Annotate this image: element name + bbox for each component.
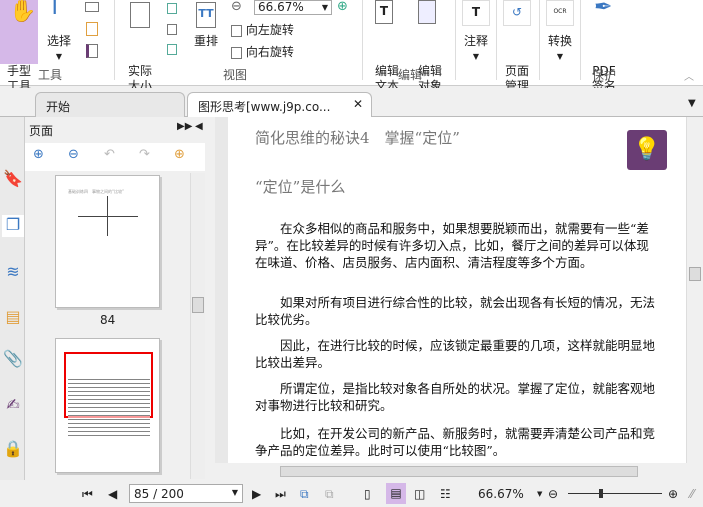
group-view: 视图 bbox=[222, 68, 247, 82]
pages-icon[interactable]: ❐ bbox=[2, 215, 24, 237]
zoom-in-button[interactable]: ⊕ bbox=[668, 487, 678, 501]
zoom-in-icon[interactable]: ⊕ bbox=[337, 0, 348, 14]
chevron-down-icon: ▼ bbox=[231, 488, 238, 497]
lock-icon[interactable]: 🔒 bbox=[2, 439, 24, 461]
document-page: 简化思维的秘诀4 掌握“定位” 💡 “定位”是什么 在众多相似的商品和服务中，如… bbox=[228, 117, 686, 463]
group-edit: 编辑 bbox=[397, 68, 422, 82]
group-tools: 工具 bbox=[37, 68, 62, 82]
insert-page-icon[interactable]: ⊕ bbox=[174, 147, 185, 162]
rotate-page-left-icon[interactable]: ↶ bbox=[104, 147, 115, 162]
zoom-slider[interactable] bbox=[568, 489, 662, 498]
collapse-ribbon-icon[interactable]: ︿ bbox=[684, 68, 694, 83]
page-subheading: “定位”是什么 bbox=[255, 178, 346, 196]
zoom-in-thumbnail-icon[interactable]: ⊕ bbox=[33, 147, 44, 162]
bookmark-page-icon[interactable] bbox=[86, 44, 98, 58]
zoom-out-icon[interactable]: ⊖ bbox=[231, 0, 242, 14]
first-page-button[interactable]: ⏮ bbox=[82, 487, 93, 502]
clipboard-icon[interactable] bbox=[86, 22, 98, 36]
comments-icon[interactable]: ▤ bbox=[2, 307, 24, 329]
resize-grip-icon[interactable]: ⁄⁄ bbox=[690, 487, 694, 501]
chevron-down-icon: ▼ bbox=[321, 3, 328, 12]
ocr-icon: OCR bbox=[546, 0, 574, 26]
tab-bar: 开始 图形思考[www.j9p.co... ✕ ▼ bbox=[0, 88, 703, 117]
collapse-panel-icon[interactable]: ◀ bbox=[195, 121, 203, 132]
select-button[interactable]: T 选择 ▼ bbox=[44, 0, 74, 64]
vertical-scrollbar[interactable] bbox=[686, 117, 703, 463]
page-number-label: 84 bbox=[100, 313, 116, 327]
last-page-button[interactable]: ⏭ bbox=[275, 487, 286, 502]
prev-page-button[interactable]: ◀ bbox=[108, 487, 117, 501]
rotate-right-button[interactable]: 向右旋转 bbox=[231, 43, 294, 60]
signature-icon[interactable]: ✍ bbox=[2, 395, 24, 417]
tab-start[interactable]: 开始 bbox=[35, 92, 185, 117]
reflow-icon: TT bbox=[196, 2, 216, 28]
reflow-button[interactable]: TT 重排 bbox=[190, 0, 222, 49]
zoom-dropdown-icon[interactable]: ▼ bbox=[537, 490, 542, 498]
idea-icon[interactable]: 💡 bbox=[627, 130, 667, 170]
annotate-icon: T bbox=[462, 0, 490, 26]
fit-width-icon[interactable] bbox=[167, 3, 177, 14]
previous-view-icon[interactable]: ⧉ bbox=[300, 487, 309, 502]
expand-panel-icon[interactable]: ▶▶ bbox=[177, 121, 192, 132]
paragraph: 比如，在开发公司的新产品、新服务时，就需要弄清楚公司产品和竞争产品的定位差异。此… bbox=[255, 426, 656, 458]
pen-icon: ✒ bbox=[594, 0, 613, 20]
zoom-out-thumbnail-icon[interactable]: ⊖ bbox=[68, 147, 79, 162]
horizontal-scrollbar[interactable] bbox=[215, 463, 703, 480]
rotate-left-button[interactable]: 向左旋转 bbox=[231, 21, 294, 38]
next-view-icon[interactable]: ⧉ bbox=[325, 487, 334, 502]
hand-tool-button[interactable]: ✋ 手型 工具 bbox=[0, 0, 38, 93]
tab-document[interactable]: 图形思考[www.j9p.co... ✕ bbox=[187, 92, 372, 117]
paragraph: 在众多相似的商品和服务中，如果想要脱颖而出，就需要有一些“差异”。在比较差异的时… bbox=[255, 221, 649, 270]
rotate-page-right-icon[interactable]: ↷ bbox=[139, 147, 150, 162]
tab-list-icon[interactable]: ▼ bbox=[688, 98, 696, 109]
text-select-icon: T bbox=[48, 0, 62, 20]
page-heading: 简化思维的秘诀4 掌握“定位” bbox=[255, 129, 460, 147]
page-input[interactable]: 85 / 200 ▼ bbox=[129, 484, 243, 503]
facing-page-icon[interactable]: ◫ bbox=[414, 487, 425, 501]
convert-button[interactable]: OCR 转换 ▼ bbox=[545, 0, 575, 64]
rotate-right-icon bbox=[231, 46, 242, 59]
edit-text-icon: T bbox=[375, 0, 393, 24]
axis-diagram bbox=[78, 216, 138, 217]
page-thumbnail-84[interactable]: 基础训练四 事物之间的“比较” bbox=[55, 175, 160, 308]
panel-toolbar: ⊕ ⊖ ↶ ↷ ⊕ bbox=[25, 143, 205, 171]
single-page-icon[interactable]: ▯ bbox=[364, 487, 371, 501]
snapshot-icon[interactable] bbox=[85, 2, 99, 12]
annotate-button[interactable]: T 注释 ▼ bbox=[461, 0, 491, 64]
zoom-percent[interactable]: 66.67% bbox=[478, 487, 524, 501]
panel-title: 页面 bbox=[29, 124, 54, 138]
group-protect: 保护 bbox=[591, 68, 616, 82]
continuous-page-icon[interactable]: ▤ bbox=[386, 483, 406, 504]
close-icon[interactable]: ✕ bbox=[353, 97, 363, 111]
zoom-slider-thumb[interactable] bbox=[599, 489, 603, 498]
next-page-button[interactable]: ▶ bbox=[252, 487, 261, 501]
ribbon: ✋ 手型 工具 T 选择 ▼ 工具 实际 大小 TT 重排 ⊖ 66.67% ▼ ⊕… bbox=[0, 0, 703, 93]
page-icon bbox=[130, 2, 150, 28]
sidebar-rail: 🔖 ❐ ≋ ▤ 📎 ✍ 🔒 bbox=[0, 117, 25, 480]
zoom-out-button[interactable]: ⊖ bbox=[548, 487, 558, 501]
attachment-icon[interactable]: 📎 bbox=[2, 349, 24, 371]
panel-scrollbar[interactable] bbox=[190, 173, 205, 479]
continuous-facing-icon[interactable]: ☷ bbox=[440, 487, 451, 501]
paragraph: 所谓定位，是指比较对象各自所处的状况。掌握了定位，就能客观地对事物进行比较和研究… bbox=[255, 381, 656, 413]
bookmark-icon[interactable]: 🔖 bbox=[2, 169, 24, 191]
thumb-title: 基础训练四 事物之间的“比较” bbox=[68, 189, 125, 194]
pages-panel: 页面 ▶▶ ◀ ⊕ ⊖ ↶ ↷ ⊕ 基础训练四 事物之间的“比较” 84 bbox=[25, 117, 207, 480]
paragraph: 如果对所有项目进行综合性的比较，就会出现各有长短的情况，无法比较优劣。 bbox=[255, 295, 656, 327]
edit-object-icon bbox=[418, 0, 436, 24]
status-bar: ⏮ ◀ 85 / 200 ▼ ▶ ⏭ ⧉ ⧉ ▯ ▤ ◫ ☷ 66.67% ▼ ⊖… bbox=[0, 480, 703, 507]
document-view: 简化思维的秘诀4 掌握“定位” 💡 “定位”是什么 在众多相似的商品和服务中，如… bbox=[215, 117, 686, 463]
fit-visible-icon[interactable] bbox=[167, 44, 177, 55]
page-rotate-icon: ↺ bbox=[503, 0, 531, 26]
rotate-left-icon bbox=[231, 24, 242, 37]
layers-icon[interactable]: ≋ bbox=[2, 262, 24, 284]
page-manage-button[interactable]: ↺ 页面 管理 bbox=[500, 0, 534, 94]
zoom-select[interactable]: 66.67% ▼ bbox=[254, 0, 332, 15]
fit-page-icon[interactable] bbox=[167, 24, 177, 35]
actual-size-button[interactable]: 实际 大小 bbox=[124, 0, 156, 94]
paragraph: 因此，在进行比较的时候，应该锁定最重要的几项，这样就能明显地比较出差异。 bbox=[255, 338, 656, 370]
page-thumbnail-85[interactable] bbox=[55, 338, 160, 473]
hand-icon: ✋ bbox=[9, 0, 37, 24]
